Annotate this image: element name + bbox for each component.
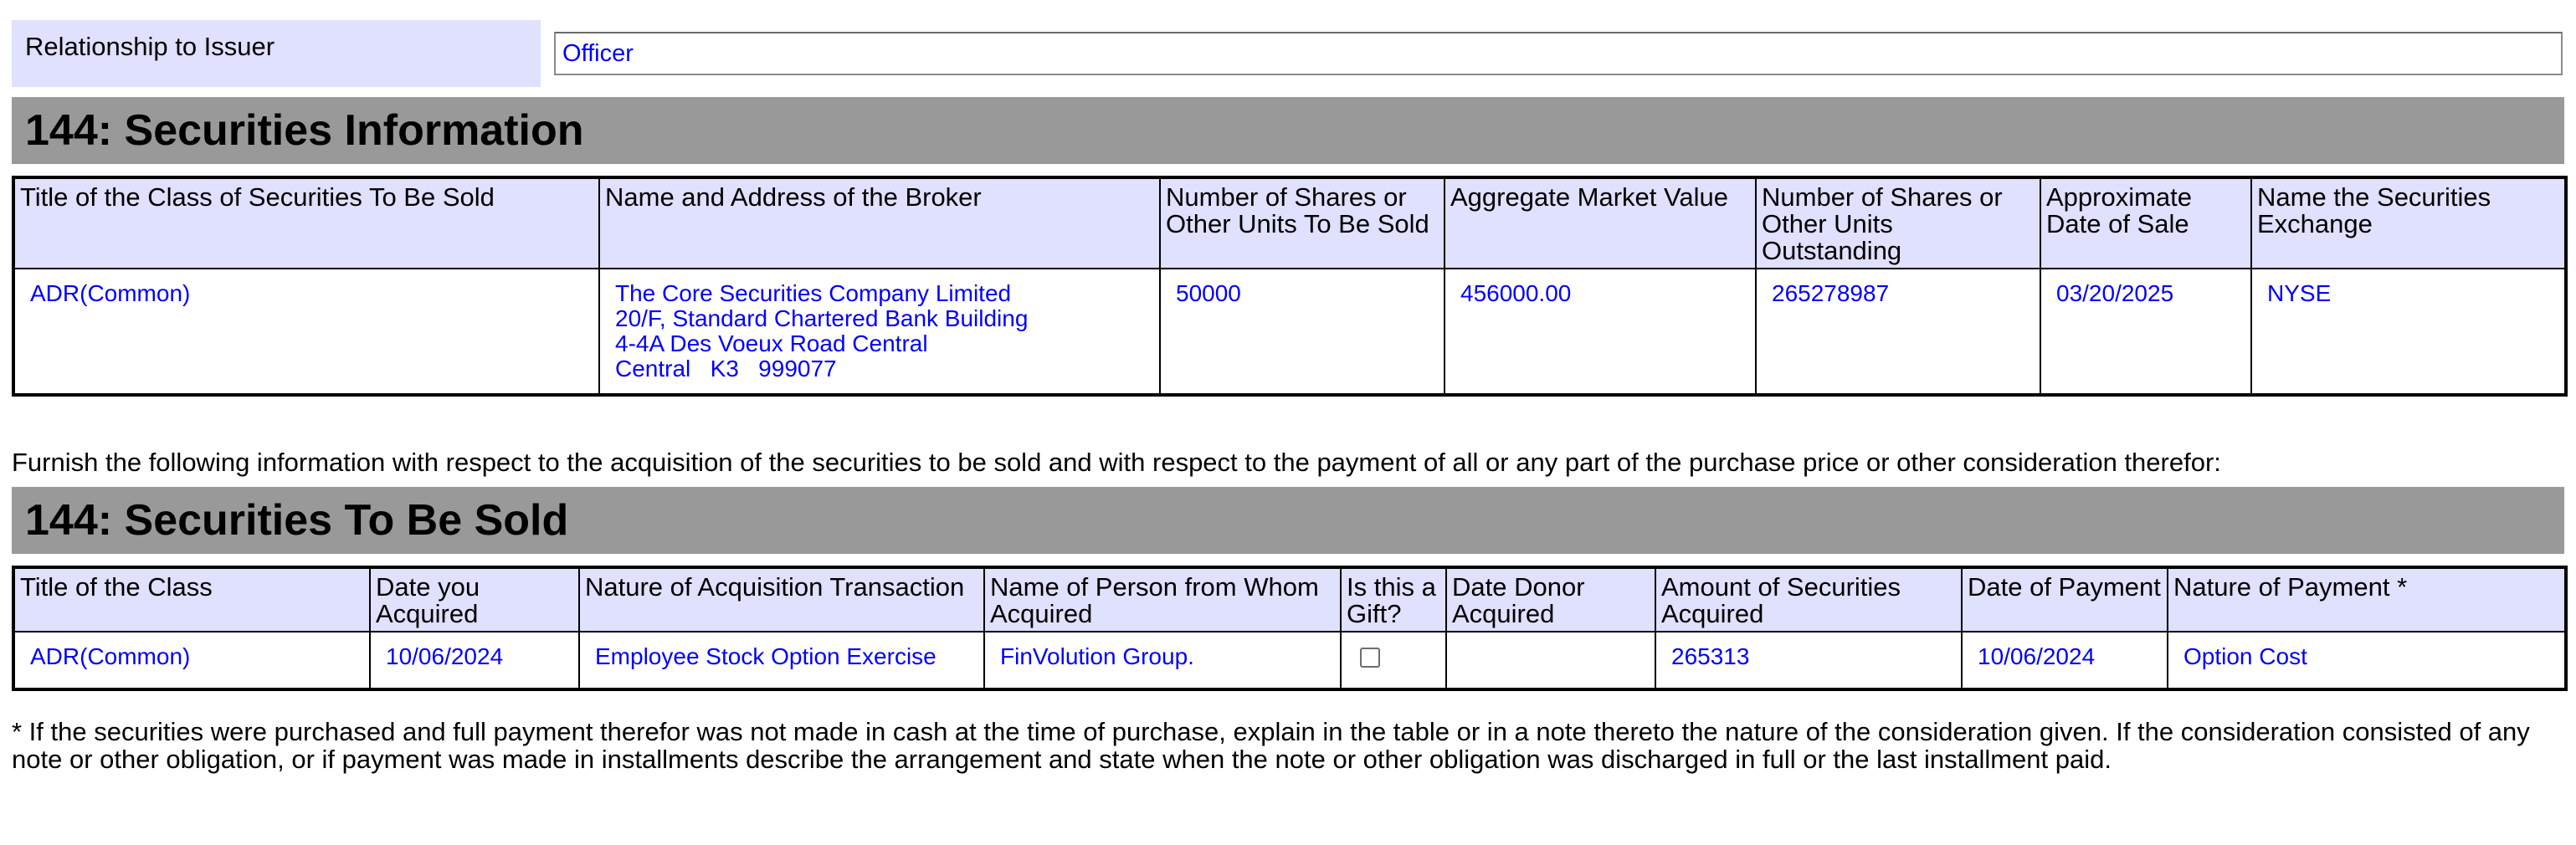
cell-shares-outstanding: 265278987 xyxy=(1755,268,2041,396)
cell-class-title: ADR(Common) xyxy=(13,631,371,690)
cell-date-of-payment: 10/06/2024 xyxy=(1961,631,2168,690)
cell-market-value: 456000.00 xyxy=(1444,268,1757,396)
col-header-date-acquired: Date you Acquired xyxy=(369,566,580,632)
table-header-row: Title of the Class Date you Acquired Nat… xyxy=(13,566,2567,632)
cell-acquired-from: FinVolution Group. xyxy=(983,631,1342,690)
form-144-page: Relationship to Issuer Officer 144: Secu… xyxy=(0,0,2576,845)
cell-date-donor-acquired xyxy=(1445,631,1656,690)
cell-class-title: ADR(Common) xyxy=(13,268,600,396)
cell-date-acquired: 10/06/2024 xyxy=(369,631,580,690)
cell-date-of-sale: 03/20/2025 xyxy=(2040,268,2252,396)
col-header-date-of-sale: Approximate Date of Sale xyxy=(2040,177,2252,269)
col-header-broker: Name and Address of the Broker xyxy=(598,177,1161,269)
cell-exchange: NYSE xyxy=(2250,268,2567,396)
col-header-shares-to-sell: Number of Shares or Other Units To Be So… xyxy=(1159,177,1445,269)
col-header-market-value: Aggregate Market Value xyxy=(1444,177,1757,269)
col-header-date-donor-acquired: Date Donor Acquired xyxy=(1445,566,1656,632)
col-header-acquired-from: Name of Person from Whom Acquired xyxy=(983,566,1342,632)
payment-footnote: * If the securities were purchased and f… xyxy=(12,717,2530,774)
col-header-exchange: Name the Securities Exchange xyxy=(2250,177,2567,269)
broker-name: The Core Securities Company Limited xyxy=(615,280,1012,306)
securities-information-table: Title of the Class of Securities To Be S… xyxy=(12,176,2568,397)
securities-to-be-sold-heading: 144: Securities To Be Sold xyxy=(12,487,2564,554)
relationship-row: Relationship to Issuer Officer xyxy=(12,20,2564,87)
cell-nature-of-acquisition: Employee Stock Option Exercise xyxy=(578,631,985,690)
securities-to-be-sold-table: Title of the Class Date you Acquired Nat… xyxy=(12,566,2568,691)
col-header-is-gift: Is this a Gift? xyxy=(1340,566,1447,632)
gift-checkbox[interactable] xyxy=(1360,648,1380,668)
col-header-class-title: Title of the Class xyxy=(13,566,371,632)
table-header-row: Title of the Class of Securities To Be S… xyxy=(13,177,2567,269)
table-row: ADR(Common) The Core Securities Company … xyxy=(13,268,2567,396)
broker-address-line-1: 20/F, Standard Chartered Bank Building xyxy=(615,305,1029,331)
relationship-label: Relationship to Issuer xyxy=(12,20,541,87)
col-header-shares-outstanding: Number of Shares or Other Units Outstand… xyxy=(1755,177,2041,269)
col-header-class-title: Title of the Class of Securities To Be S… xyxy=(13,177,600,269)
table-row: ADR(Common) 10/06/2024 Employee Stock Op… xyxy=(13,631,2567,690)
col-header-date-of-payment: Date of Payment xyxy=(1961,566,2168,632)
cell-amount-acquired: 265313 xyxy=(1655,631,1963,690)
securities-information-heading: 144: Securities Information xyxy=(12,97,2564,164)
col-header-nature-of-payment: Nature of Payment * xyxy=(2167,566,2567,632)
furnish-instructions: Furnish the following information with r… xyxy=(12,448,2221,477)
cell-nature-of-payment: Option Cost xyxy=(2167,631,2567,690)
broker-address-line-3: Central K3 999077 xyxy=(615,356,837,382)
relationship-value-field[interactable]: Officer xyxy=(554,32,2563,75)
cell-is-gift xyxy=(1340,631,1447,690)
broker-address-line-2: 4-4A Des Voeux Road Central xyxy=(615,330,928,356)
cell-shares-to-sell: 50000 xyxy=(1159,268,1445,396)
col-header-amount-acquired: Amount of Securities Acquired xyxy=(1655,566,1963,632)
col-header-nature-of-acquisition: Nature of Acquisition Transaction xyxy=(578,566,985,632)
cell-broker: The Core Securities Company Limited 20/F… xyxy=(598,268,1161,396)
